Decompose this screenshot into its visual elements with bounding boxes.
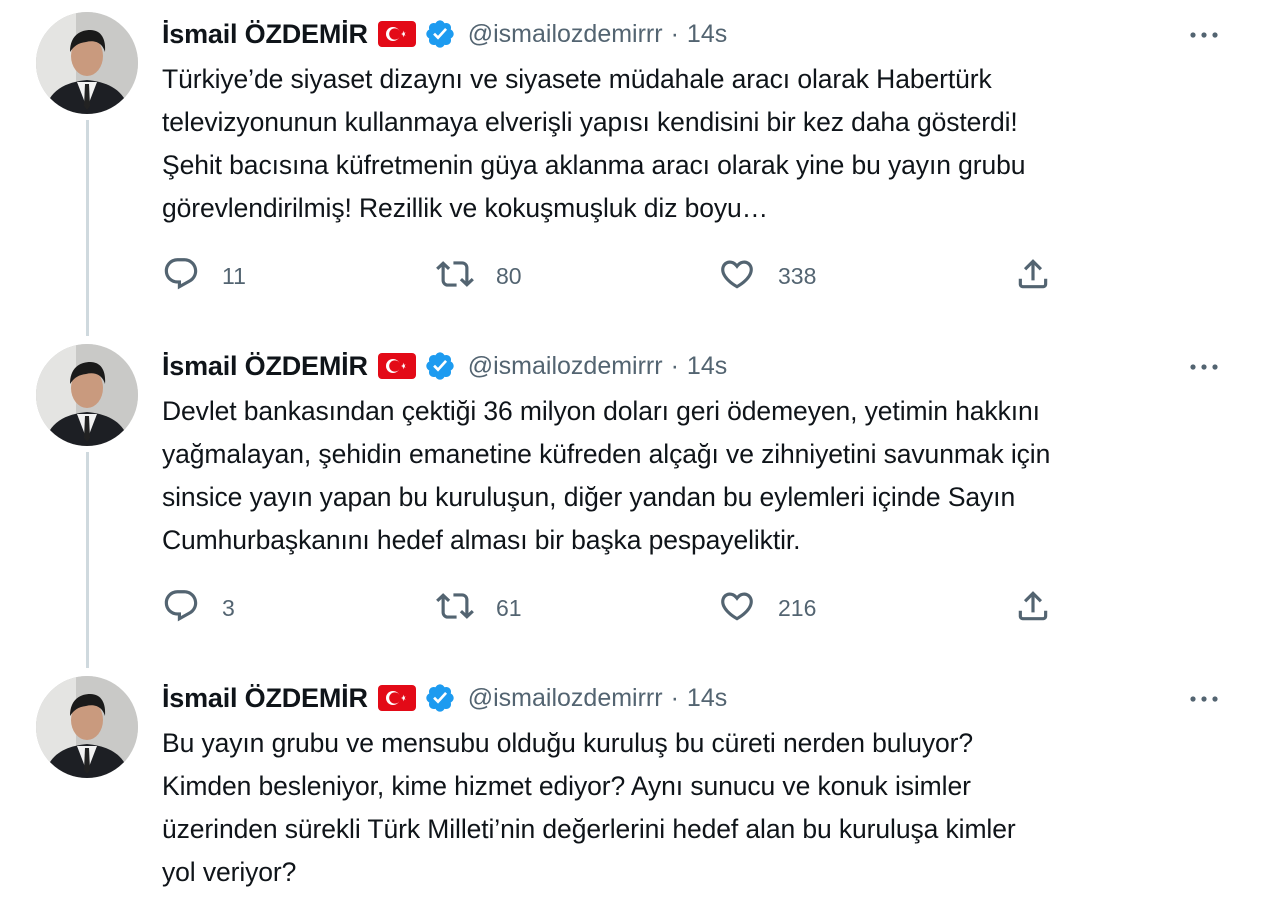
tweet-text: Türkiye’de siyaset dizaynı ve siyasete m…: [162, 58, 1242, 230]
turkey-flag-icon: [377, 685, 416, 711]
like-icon: [718, 587, 756, 630]
tweet-2[interactable]: İsmail ÖZDEMİR @ismailozdemirrr · 14s De…: [0, 332, 1266, 668]
reply-button[interactable]: 3: [162, 586, 235, 630]
timestamp[interactable]: 14s: [687, 352, 727, 381]
tweet-text-line: yol veriyor?: [162, 857, 297, 887]
share-button[interactable]: [1014, 254, 1052, 298]
reply-count: 11: [222, 262, 246, 289]
retweet-icon: [436, 255, 474, 298]
avatar[interactable]: [36, 676, 138, 778]
reply-count: 3: [222, 594, 235, 621]
retweet-icon: [436, 587, 474, 630]
avatar[interactable]: [36, 344, 138, 446]
retweet-count: 80: [496, 262, 522, 289]
author-handle[interactable]: @ismailozdemirrr: [468, 352, 663, 381]
verified-badge-icon: [424, 18, 456, 50]
retweet-count: 61: [496, 594, 522, 621]
tweet-text-line: görevlendirilmiş! Rezillik ve kokuşmuşlu…: [162, 193, 769, 223]
thread-line: [86, 452, 89, 668]
more-options-icon[interactable]: [1186, 20, 1222, 50]
tweet-text: Bu yayın grubu ve mensubu olduğu kuruluş…: [162, 722, 1242, 894]
reply-button[interactable]: 11: [162, 254, 246, 298]
verified-badge-icon: [424, 350, 456, 382]
share-button[interactable]: [1014, 586, 1052, 630]
separator-dot: ·: [670, 683, 679, 712]
thread-line: [86, 120, 89, 336]
tweet-text-line: Devlet bankasından çektiği 36 milyon dol…: [162, 396, 1040, 426]
tweet-text-line: Cumhurbaşkanını hedef alması bir başka p…: [162, 525, 801, 555]
tweet-text: Devlet bankasından çektiği 36 milyon dol…: [162, 390, 1242, 562]
author-handle[interactable]: @ismailozdemirrr: [468, 20, 663, 49]
tweet-text-line: üzerinden sürekli Türk Milleti’nin değer…: [162, 814, 1016, 844]
author-name[interactable]: İsmail ÖZDEMİR: [162, 351, 368, 382]
separator-dot: ·: [670, 19, 679, 48]
author-name[interactable]: İsmail ÖZDEMİR: [162, 19, 368, 50]
like-icon: [718, 255, 756, 298]
reply-icon: [162, 255, 200, 298]
tweet-text-line: Şehit bacısına küfretmenin güya aklanma …: [162, 150, 1026, 180]
tweet-1[interactable]: İsmail ÖZDEMİR @ismailozdemirrr · 14s Tü…: [0, 0, 1266, 336]
tweet-header: İsmail ÖZDEMİR @ismailozdemirrr · 14s: [162, 680, 727, 716]
tweet-actions: 11 80 338: [162, 254, 1062, 298]
share-icon: [1014, 255, 1052, 298]
tweet-header: İsmail ÖZDEMİR @ismailozdemirrr · 14s: [162, 348, 727, 384]
avatar[interactable]: [36, 12, 138, 114]
tweet-text-line: Bu yayın grubu ve mensubu olduğu kuruluş…: [162, 728, 974, 758]
author-handle[interactable]: @ismailozdemirrr: [468, 684, 663, 713]
reply-icon: [162, 587, 200, 630]
more-options-icon[interactable]: [1186, 684, 1222, 714]
tweet-actions: 3 61 216: [162, 586, 1062, 630]
turkey-flag-icon: [377, 353, 416, 379]
tweet-header: İsmail ÖZDEMİR @ismailozdemirrr · 14s: [162, 16, 727, 52]
like-count: 338: [778, 262, 817, 289]
timestamp[interactable]: 14s: [687, 684, 727, 713]
share-icon: [1014, 587, 1052, 630]
tweet-text-line: sinsice yayın yapan bu kuruluşun, diğer …: [162, 482, 1016, 512]
tweet-3[interactable]: İsmail ÖZDEMİR @ismailozdemirrr · 14s Bu…: [0, 664, 1266, 900]
retweet-button[interactable]: 80: [436, 254, 522, 298]
like-button[interactable]: 216: [718, 586, 816, 630]
retweet-button[interactable]: 61: [436, 586, 522, 630]
tweet-text-line: Türkiye’de siyaset dizaynı ve siyasete m…: [162, 64, 992, 94]
author-name[interactable]: İsmail ÖZDEMİR: [162, 683, 368, 714]
tweet-text-line: Kimden besleniyor, kime hizmet ediyor? A…: [162, 771, 971, 801]
like-count: 216: [778, 594, 817, 621]
tweet-text-line: televizyonunun kullanmaya elverişli yapı…: [162, 107, 1018, 137]
more-options-icon[interactable]: [1186, 352, 1222, 382]
tweet-text-line: yağmalayan, şehidin emanetine küfreden a…: [162, 439, 1051, 469]
turkey-flag-icon: [377, 21, 416, 47]
timestamp[interactable]: 14s: [687, 20, 727, 49]
separator-dot: ·: [670, 351, 679, 380]
verified-badge-icon: [424, 682, 456, 714]
like-button[interactable]: 338: [718, 254, 816, 298]
